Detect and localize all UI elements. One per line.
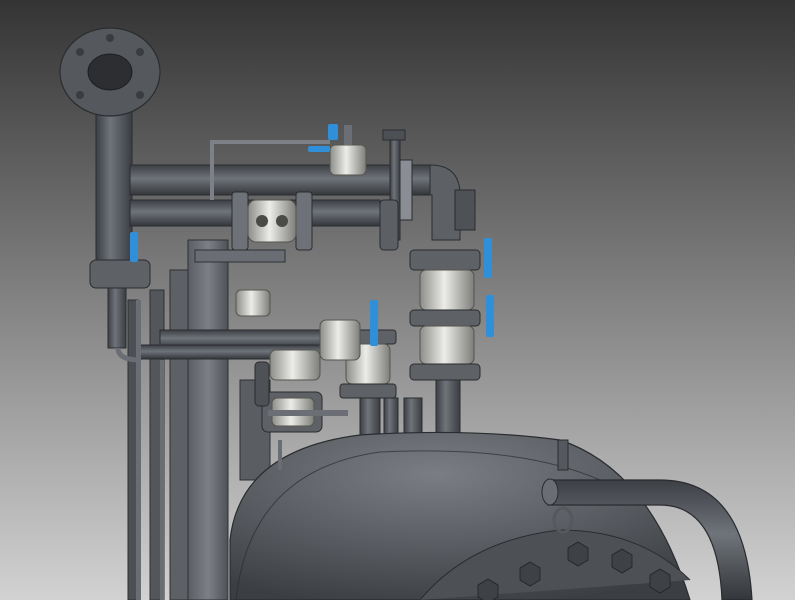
blue-valve-handle[interactable]	[370, 300, 378, 346]
valve-body	[235, 289, 271, 317]
lower-flange[interactable]	[89, 259, 151, 289]
valve-bolt	[256, 215, 268, 227]
valve-body	[319, 319, 361, 361]
blue-valve-handle[interactable]	[130, 232, 138, 262]
pipe-end-cap	[541, 478, 559, 506]
blue-valve-handle[interactable]	[484, 238, 492, 278]
valve-body	[419, 325, 475, 365]
header-gate-valve[interactable]	[231, 191, 313, 251]
valve-body	[247, 199, 297, 243]
header-end-flange[interactable]	[454, 189, 476, 231]
blue-valve-handle[interactable]	[308, 146, 330, 152]
flange-bolt-hole	[136, 48, 144, 56]
valve-bolt	[276, 215, 288, 227]
flange-bolt-hole	[106, 34, 114, 42]
blue-valve-handle[interactable]	[486, 295, 494, 337]
cad-scene[interactable]	[0, 0, 795, 600]
blue-valve-handle[interactable]	[328, 124, 338, 140]
flange-bolt-hole	[136, 91, 144, 99]
valve-body	[419, 269, 475, 311]
flange-bolt-hole	[76, 91, 84, 99]
lifting-lug	[557, 439, 569, 471]
cad-3d-viewport[interactable]	[0, 0, 795, 600]
flange-bore	[87, 53, 133, 91]
valve-body	[269, 349, 321, 381]
flange-bolt-hole	[76, 48, 84, 56]
